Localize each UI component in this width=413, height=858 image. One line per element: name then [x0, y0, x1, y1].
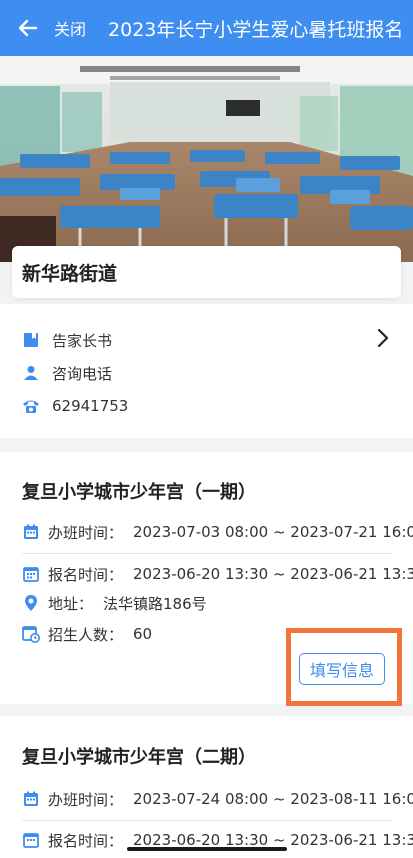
- highlight-box: [286, 628, 402, 706]
- calendar-icon: [22, 790, 40, 808]
- class-title: 复旦小学城市少年宫（一期）: [22, 482, 256, 503]
- top-nav-bar: 关闭 2023年长宁小学生爱心暑托班报名: [0, 0, 413, 56]
- arrow-left-icon: [18, 19, 38, 37]
- quota-row: 招生人数： 60: [22, 623, 152, 645]
- calendar-grid-icon: [22, 831, 40, 849]
- home-indicator: [127, 847, 287, 851]
- classroom-photo: [0, 56, 413, 262]
- person-icon: [22, 364, 40, 382]
- calendar-grid-icon: [22, 565, 40, 583]
- period-label: 办班时间：: [48, 523, 124, 542]
- signup-period-row: 报名时间： 2023-06-20 13:30 ~ 2023-06-21 13:3…: [22, 563, 413, 585]
- telephone-icon: [22, 397, 40, 415]
- close-button[interactable]: 关闭: [54, 16, 86, 40]
- address-value: 法华镇路186号: [103, 594, 207, 613]
- phone-number: 62941753: [52, 397, 129, 415]
- divider: [22, 820, 392, 821]
- street-name: 新华路街道: [22, 262, 118, 285]
- address-row: 地址： 法华镇路186号: [22, 592, 207, 614]
- street-card: 新华路街道: [12, 246, 401, 298]
- period-value: 2023-07-24 08:00 ~ 2023-08-11 16:00: [133, 790, 413, 808]
- signup-label: 报名时间：: [48, 565, 124, 584]
- chevron-right-icon[interactable]: [377, 328, 389, 348]
- signup-value: 2023-06-20 13:30 ~ 2023-06-21 13:30: [133, 565, 413, 583]
- calendar-icon: [22, 523, 40, 541]
- signup-label: 报名时间：: [48, 831, 124, 850]
- period-label: 办班时间：: [48, 790, 124, 809]
- class-period-row: 办班时间： 2023-07-24 08:00 ~ 2023-08-11 16:0…: [22, 788, 413, 810]
- divider: [22, 553, 392, 554]
- phone-row[interactable]: 62941753: [22, 394, 128, 418]
- hotline-label: 咨询电话: [52, 364, 113, 383]
- calendar-clock-icon: [22, 625, 40, 643]
- address-label: 地址：: [48, 594, 94, 613]
- class-title: 复旦小学城市少年宫（二期）: [22, 747, 256, 768]
- page-title: 2023年长宁小学生爱心暑托班报名: [108, 18, 404, 41]
- period-value: 2023-07-03 08:00 ~ 2023-07-21 16:00: [133, 523, 413, 541]
- parent-letter-label: 告家长书: [52, 331, 113, 350]
- class-period-row: 办班时间： 2023-07-03 08:00 ~ 2023-07-21 16:0…: [22, 521, 413, 543]
- bookmark-icon: [22, 331, 40, 349]
- location-pin-icon: [22, 594, 40, 612]
- hotline-row: 咨询电话: [22, 361, 112, 385]
- quota-label: 招生人数：: [48, 625, 124, 644]
- quota-value: 60: [133, 625, 153, 643]
- back-button[interactable]: [6, 0, 50, 56]
- parent-letter-link[interactable]: 告家长书: [22, 328, 112, 352]
